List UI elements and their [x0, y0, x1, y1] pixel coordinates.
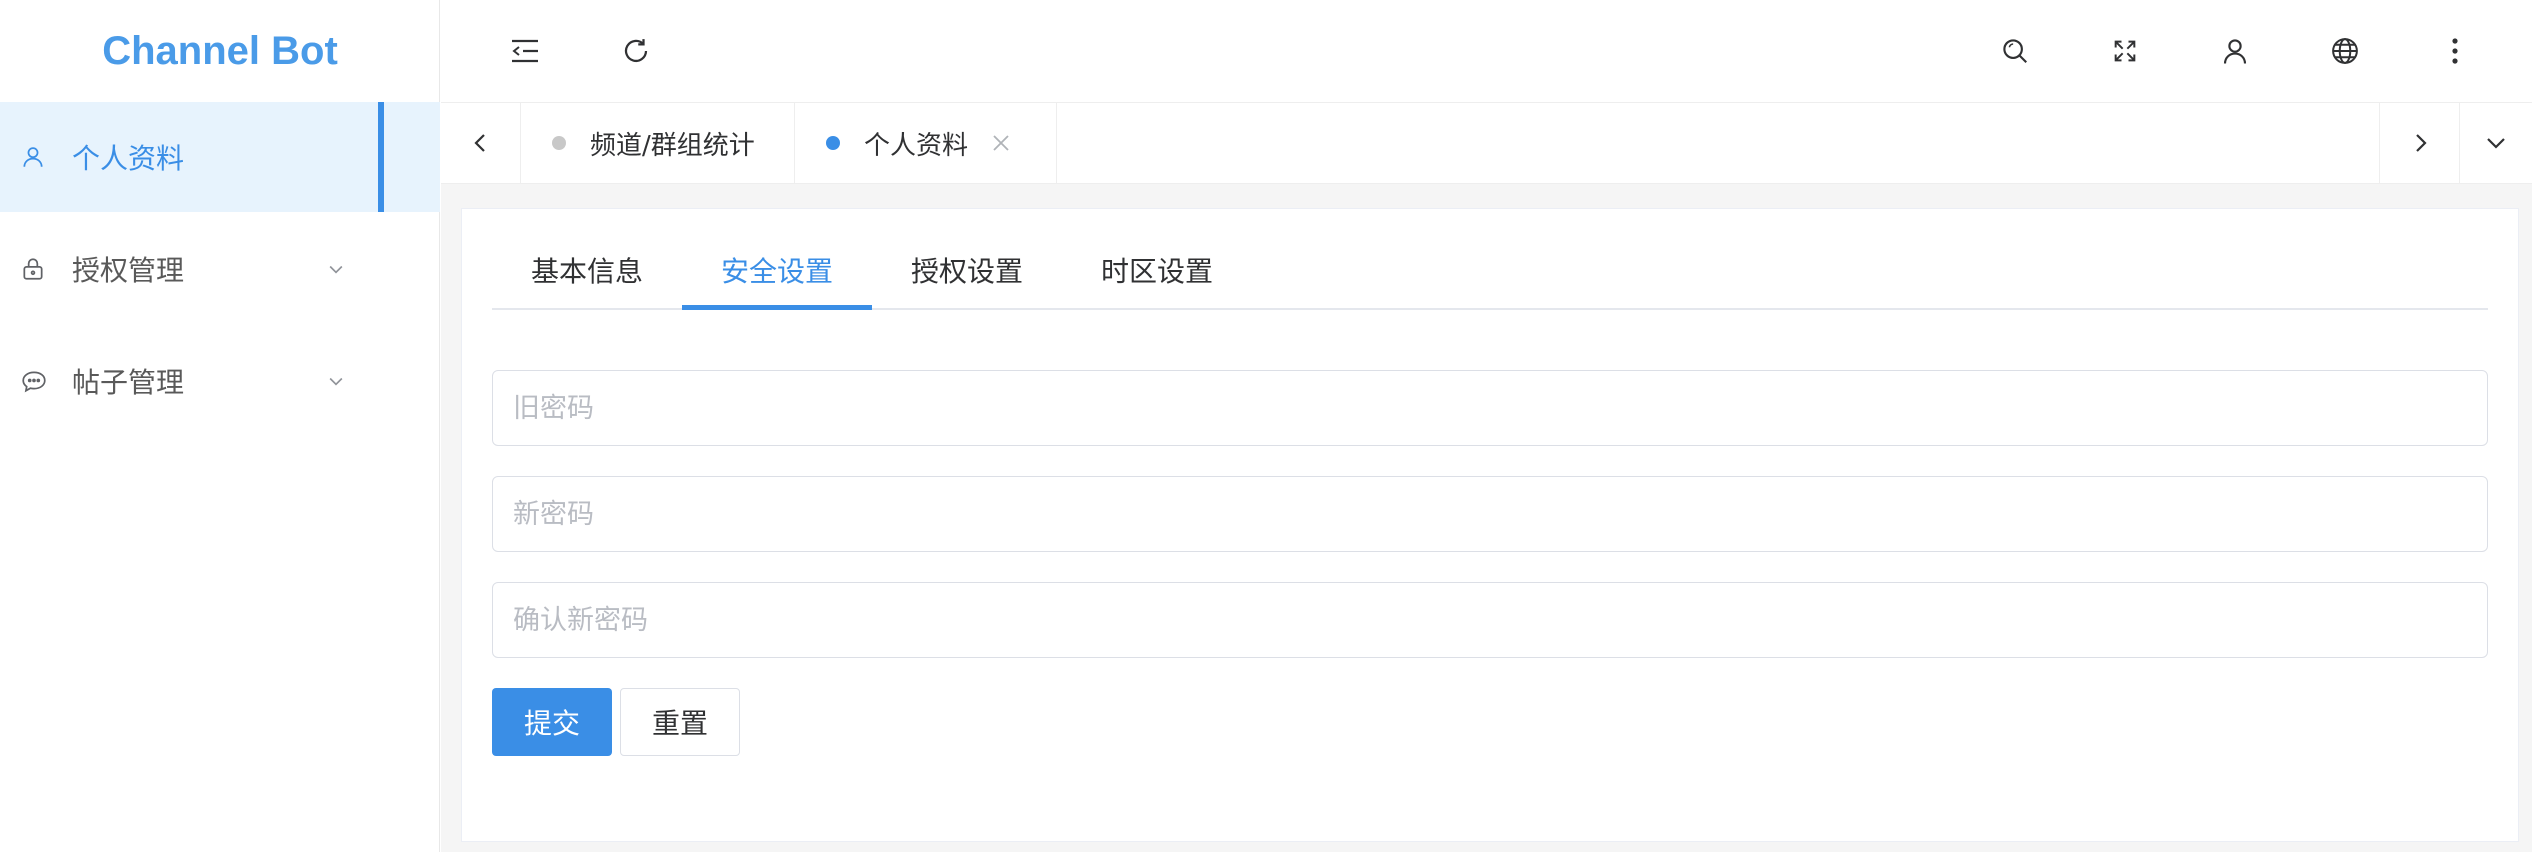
tab-label: 个人资料 [864, 130, 969, 161]
close-icon[interactable] [992, 134, 1010, 152]
chevron-down-icon [326, 371, 346, 391]
tabs-scroll-right[interactable] [2379, 103, 2459, 183]
brand-logo: Channel Bot [102, 28, 338, 73]
profile-tabs: 基本信息 安全设置 授权设置 时区设置 [492, 232, 2488, 310]
lock-icon [20, 256, 46, 282]
tab-label: 频道/群组统计 [590, 130, 755, 161]
chevron-down-icon [2482, 131, 2510, 155]
tabs-dropdown[interactable] [2459, 103, 2532, 183]
sidebar: Channel Bot 个人资料 授权管理 帖子管理 [0, 0, 440, 852]
user-icon [20, 144, 46, 170]
search-button[interactable] [1989, 25, 2041, 77]
search-icon [2000, 36, 2030, 66]
new-password-input[interactable] [493, 477, 2487, 551]
sidebar-item-label: 个人资料 [72, 142, 185, 175]
new-password-field [492, 476, 2488, 552]
menu-fold-icon [510, 38, 540, 64]
reset-button[interactable]: 重置 [620, 688, 740, 756]
tab-channel-stats[interactable]: 频道/群组统计 [521, 103, 795, 183]
confirm-password-input[interactable] [493, 583, 2487, 657]
user-icon [2220, 36, 2250, 66]
sidebar-item-label: 帖子管理 [72, 366, 185, 399]
language-button[interactable] [2319, 25, 2371, 77]
tab-profile[interactable]: 个人资料 [795, 103, 1057, 183]
menu-fold-button[interactable] [499, 25, 551, 77]
more-button[interactable] [2429, 25, 2481, 77]
tab-security-settings[interactable]: 安全设置 [682, 232, 872, 310]
user-menu-button[interactable] [2209, 25, 2261, 77]
sidebar-item-profile[interactable]: 个人资料 [0, 102, 440, 212]
tab-status-dot [552, 136, 566, 150]
tab-auth-settings[interactable]: 授权设置 [872, 232, 1062, 308]
fullscreen-button[interactable] [2099, 25, 2151, 77]
tab-status-dot [826, 136, 840, 150]
fullscreen-icon [2111, 37, 2139, 65]
sidebar-item-auth-management[interactable]: 授权管理 [0, 214, 440, 324]
more-vertical-icon [2450, 36, 2460, 66]
refresh-button[interactable] [610, 25, 662, 77]
refresh-icon [621, 36, 651, 66]
chevron-right-icon [2408, 129, 2432, 157]
old-password-field [492, 370, 2488, 446]
top-header [441, 0, 2532, 102]
submit-button[interactable]: 提交 [492, 688, 612, 756]
chat-icon [20, 368, 48, 394]
chevron-left-icon [469, 129, 493, 157]
tab-timezone-settings[interactable]: 时区设置 [1062, 232, 1252, 308]
tabs-scroll-left[interactable] [441, 103, 521, 183]
tab-basic-info[interactable]: 基本信息 [492, 232, 682, 308]
sidebar-item-label: 授权管理 [72, 254, 185, 287]
tabs-bar: 频道/群组统计 个人资料 [441, 102, 2532, 184]
confirm-password-field [492, 582, 2488, 658]
chevron-down-icon [326, 259, 346, 279]
old-password-input[interactable] [493, 371, 2487, 445]
sidebar-item-post-management[interactable]: 帖子管理 [0, 326, 440, 436]
globe-icon [2330, 36, 2360, 66]
